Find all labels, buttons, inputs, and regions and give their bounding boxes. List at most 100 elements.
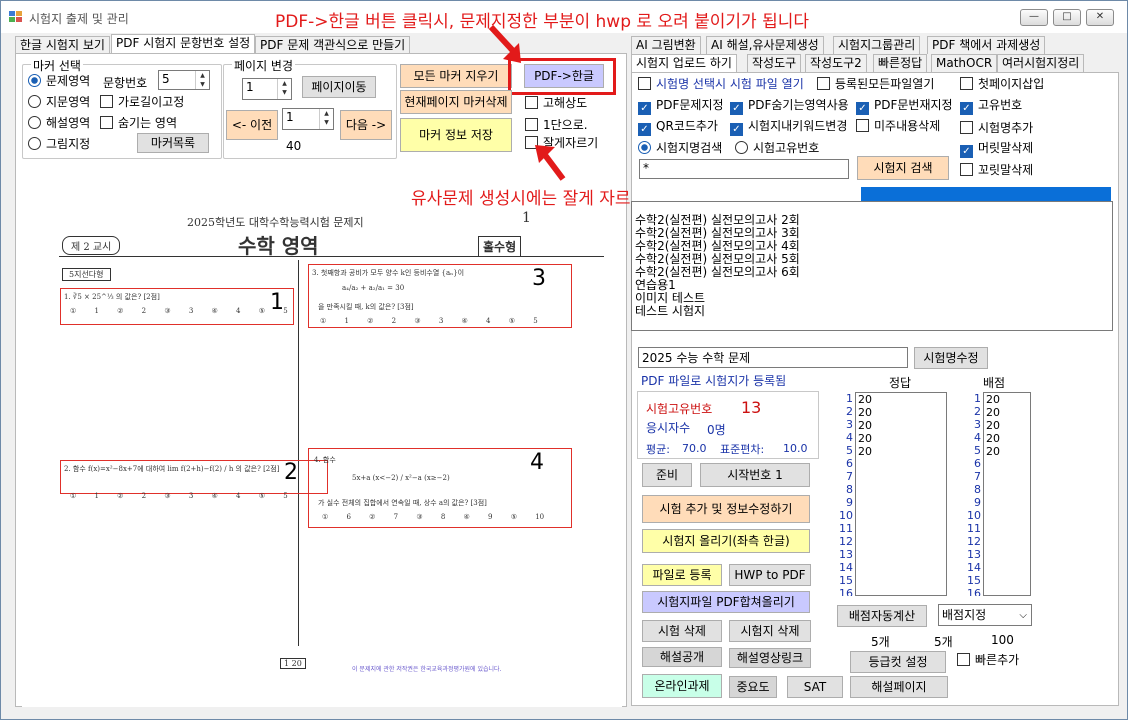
upload-exam-button[interactable]: 시험지 올리기(좌측 한글)	[642, 529, 810, 553]
pdf-page-preview[interactable]: 2025학년도 대학수학능력시험 문제지 1 제 2 교시 수학 영역 홀수형 …	[22, 174, 622, 707]
clear-markers-button[interactable]: 모든 마커 지우기	[400, 64, 512, 88]
pdf-hidden-area-checkbox[interactable]: PDF숨기는영역사용	[730, 98, 849, 115]
answer-list[interactable]: 20 20 20 20 20	[855, 392, 947, 596]
score-cell[interactable]: 20	[986, 432, 1030, 445]
progress-bar	[861, 187, 1111, 201]
delete-header-checkbox[interactable]: 머릿말삭제	[960, 141, 1033, 158]
unique-id-checkbox[interactable]: 고유번호	[960, 98, 1022, 115]
answer-cell[interactable]: 20	[858, 419, 946, 432]
current-page-spin-icon[interactable]: ▲ ▼	[319, 109, 333, 129]
tab-quick-answer[interactable]: 빠른정답	[873, 54, 928, 72]
tab-group-manage[interactable]: 시험지그룹관리	[833, 36, 921, 54]
tab-pdf-book[interactable]: PDF 책에서 과제생성	[927, 36, 1046, 54]
delete-exam-button[interactable]: 시험 삭제	[642, 620, 722, 642]
radio-question-area[interactable]: 문제영역	[28, 74, 90, 88]
auto-score-button[interactable]: 배점자동계산	[837, 605, 927, 627]
marker-list-button[interactable]: 마커목록	[137, 133, 209, 153]
solution-video-button[interactable]: 해설영상링크	[729, 648, 811, 668]
delete-footer-checkbox[interactable]: 꼬릿말삭제	[960, 163, 1033, 177]
score-select-value: 배점지정	[942, 608, 987, 622]
sat-button[interactable]: SAT	[787, 676, 843, 698]
horizontal-fixed-checkbox[interactable]: 가로길이고정	[100, 95, 184, 109]
tab-tools-2[interactable]: 작성도구2	[805, 54, 867, 72]
exam-list[interactable]: 수학2(실전편) 실전모의고사 2회 수학2(실전편) 실전모의고사 3회 수학…	[631, 201, 1113, 331]
pdf-renumber-checkbox[interactable]: PDF문번재지정	[856, 98, 953, 115]
maximize-button[interactable]: □	[1053, 9, 1081, 26]
minimize-button[interactable]: —	[1020, 9, 1048, 26]
list-item[interactable]: 수학2(실전편) 실전모의고사 6회	[635, 266, 1112, 279]
single-column-checkbox[interactable]: 1단으로.	[525, 118, 588, 132]
tab-pdf-numbering[interactable]: PDF 시험지 문항번호 설정	[111, 34, 256, 54]
tab-tools[interactable]: 작성도구	[747, 54, 802, 72]
prepare-button[interactable]: 준비	[642, 463, 692, 487]
high-res-checkbox[interactable]: 고해상도	[525, 96, 587, 110]
qr-code-checkbox[interactable]: QR코드추가	[638, 119, 718, 136]
current-page-input[interactable]: 1 ▲ ▼	[282, 108, 334, 130]
grade-cut-button[interactable]: 등급컷 설정	[850, 651, 946, 673]
exam-name-field[interactable]: 2025 수능 수학 문제	[638, 347, 908, 368]
add-exam-name-checkbox[interactable]: 시험명추가	[960, 121, 1033, 135]
start-number-button[interactable]: 시작번호 1	[700, 463, 810, 487]
prev-page-button[interactable]: <- 이전	[226, 110, 278, 140]
tab-ai-solution[interactable]: AI 해설,유사문제생성	[706, 36, 824, 54]
file-register-button[interactable]: 파일로 등록	[642, 564, 722, 586]
hidden-area-checkbox[interactable]: 숨기는 영역	[100, 116, 177, 130]
page-move-button[interactable]: 페이지이동	[302, 76, 376, 98]
close-button[interactable]: ✕	[1086, 9, 1114, 26]
radio-image-area[interactable]: 그림지정	[28, 137, 90, 151]
window-title: 시험지 출제 및 관리	[29, 12, 129, 26]
delete-paper-button[interactable]: 시험지 삭제	[729, 620, 811, 642]
radio-search-by-id[interactable]: 시험고유번호	[735, 141, 819, 155]
page-spin-icon[interactable]: ▲ ▼	[277, 79, 291, 99]
score-cell[interactable]: 20	[986, 419, 1030, 432]
list-item[interactable]: 테스트 시험지	[635, 305, 1112, 318]
search-input[interactable]: *	[639, 159, 849, 179]
total-pages: 40	[286, 139, 302, 153]
takers-label: 응시자수	[646, 421, 691, 435]
list-item[interactable]: 연습용1	[635, 279, 1112, 292]
question-no-stepper[interactable]: 5 ▲ ▼	[158, 70, 210, 90]
pdf-question-checkbox[interactable]: PDF문제지정	[638, 98, 724, 115]
keyword-change-checkbox[interactable]: 시험지내키워드변경	[730, 119, 847, 136]
score-cell[interactable]: 20	[986, 393, 1030, 406]
answer-cell[interactable]: 20	[858, 445, 946, 458]
solution-page-button[interactable]: 해설페이지	[850, 676, 948, 698]
answer-cell[interactable]: 20	[858, 406, 946, 419]
insert-first-page-checkbox[interactable]: 첫페이지삽입	[960, 77, 1044, 91]
hwp-to-pdf-button[interactable]: HWP to PDF	[729, 564, 811, 586]
quick-add-checkbox[interactable]: 빠른추가	[957, 653, 1019, 667]
tab-ai-image[interactable]: AI 그림변환	[631, 36, 701, 54]
tab-upload[interactable]: 시험지 업로드 하기	[631, 54, 737, 72]
answer-cell[interactable]: 20	[858, 393, 946, 406]
q2-text: 2. 함수 f(x)=x²−8x+7에 대하여 lim f(2+h)−f(2) …	[64, 465, 280, 473]
radio-solution-area[interactable]: 해설영역	[28, 116, 90, 130]
open-all-files-checkbox[interactable]: 등록된모든파일열기	[817, 77, 934, 91]
merge-pdf-button[interactable]: 시험지파일 PDF합쳐올리기	[642, 591, 810, 613]
score-select[interactable]: 배점지정 ⌵	[938, 604, 1032, 626]
q4-text: 4. 함수	[314, 456, 336, 464]
radio-passage-area[interactable]: 지문영역	[28, 95, 90, 109]
question-no-spin-icon[interactable]: ▲ ▼	[195, 71, 209, 89]
save-marker-info-button[interactable]: 마커 정보 저장	[400, 118, 512, 152]
score-cell[interactable]: 20	[986, 445, 1030, 458]
tab-multi-organize[interactable]: 여러시험지정리	[997, 54, 1085, 72]
delete-page-markers-button[interactable]: 현재페이지 마커삭제	[400, 90, 512, 114]
tab-hangul-view[interactable]: 한글 시험지 보기	[15, 36, 110, 54]
add-exam-button[interactable]: 시험 추가 및 정보수정하기	[642, 495, 810, 523]
delete-endnote-checkbox[interactable]: 미주내용삭제	[856, 119, 940, 133]
open-solution-button[interactable]: 해설공개	[642, 647, 722, 667]
list-item[interactable]: 이미지 테스트	[635, 292, 1112, 305]
radio-search-by-name[interactable]: 시험지명검색	[638, 141, 722, 155]
next-page-button[interactable]: 다음 ->	[340, 110, 392, 140]
score-list[interactable]: 20 20 20 20 20	[983, 392, 1031, 596]
rename-exam-button[interactable]: 시험명수정	[914, 347, 988, 369]
page-input[interactable]: 1 ▲ ▼	[242, 78, 292, 100]
open-file-on-select-checkbox[interactable]: 시험명 선택시 시험 파일 열기	[638, 77, 804, 91]
exam-search-button[interactable]: 시험지 검색	[857, 156, 949, 180]
answer-cell[interactable]: 20	[858, 432, 946, 445]
online-assignment-button[interactable]: 온라인과제	[642, 674, 722, 698]
tab-pdf-objective[interactable]: PDF 문제 객관식으로 만들기	[255, 36, 411, 54]
tab-mathocr[interactable]: MathOCR	[931, 54, 998, 72]
importance-button[interactable]: 중요도	[729, 676, 777, 698]
score-cell[interactable]: 20	[986, 406, 1030, 419]
